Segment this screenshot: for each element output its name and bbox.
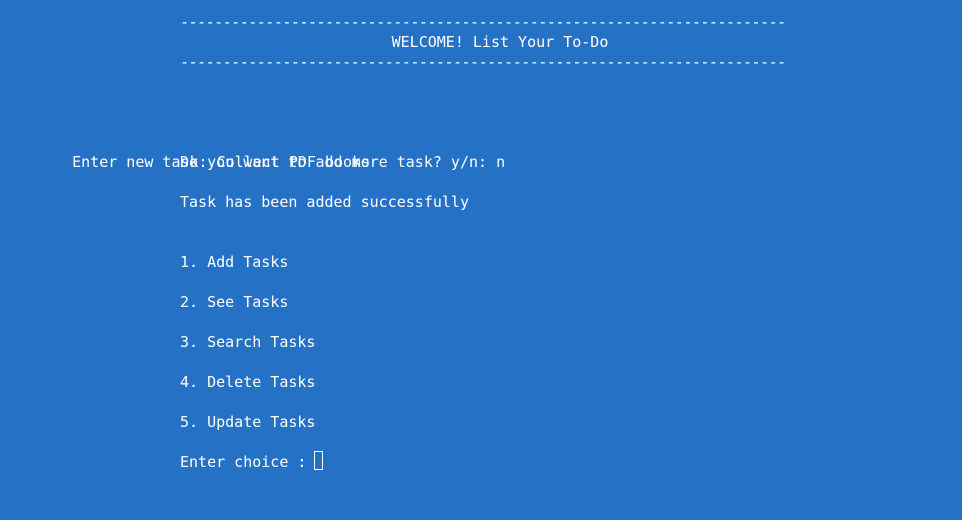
menu-item-add-tasks: 1. Add Tasks xyxy=(180,253,289,271)
choice-prompt: Enter choice : xyxy=(180,453,316,471)
menu-item-delete-tasks: 4. Delete Tasks xyxy=(180,373,316,391)
add-more-prompt: Do you want to add more task? y/n: n xyxy=(180,153,506,171)
task-input-line: Enter new task: Collect PDF books xyxy=(36,132,370,171)
menu-item-update-tasks: 5. Update Tasks xyxy=(180,413,316,431)
page-title: WELCOME! List Your To-Do xyxy=(391,33,609,51)
menu-item-see-tasks: 2. See Tasks xyxy=(180,293,289,311)
success-message: Task has been added successfully xyxy=(180,193,469,211)
console-input-cursor[interactable] xyxy=(314,451,323,470)
header-divider-bottom: ----------------------------------------… xyxy=(180,53,786,71)
header-divider-top: ----------------------------------------… xyxy=(180,13,786,31)
menu-item-search-tasks: 3. Search Tasks xyxy=(180,333,316,351)
